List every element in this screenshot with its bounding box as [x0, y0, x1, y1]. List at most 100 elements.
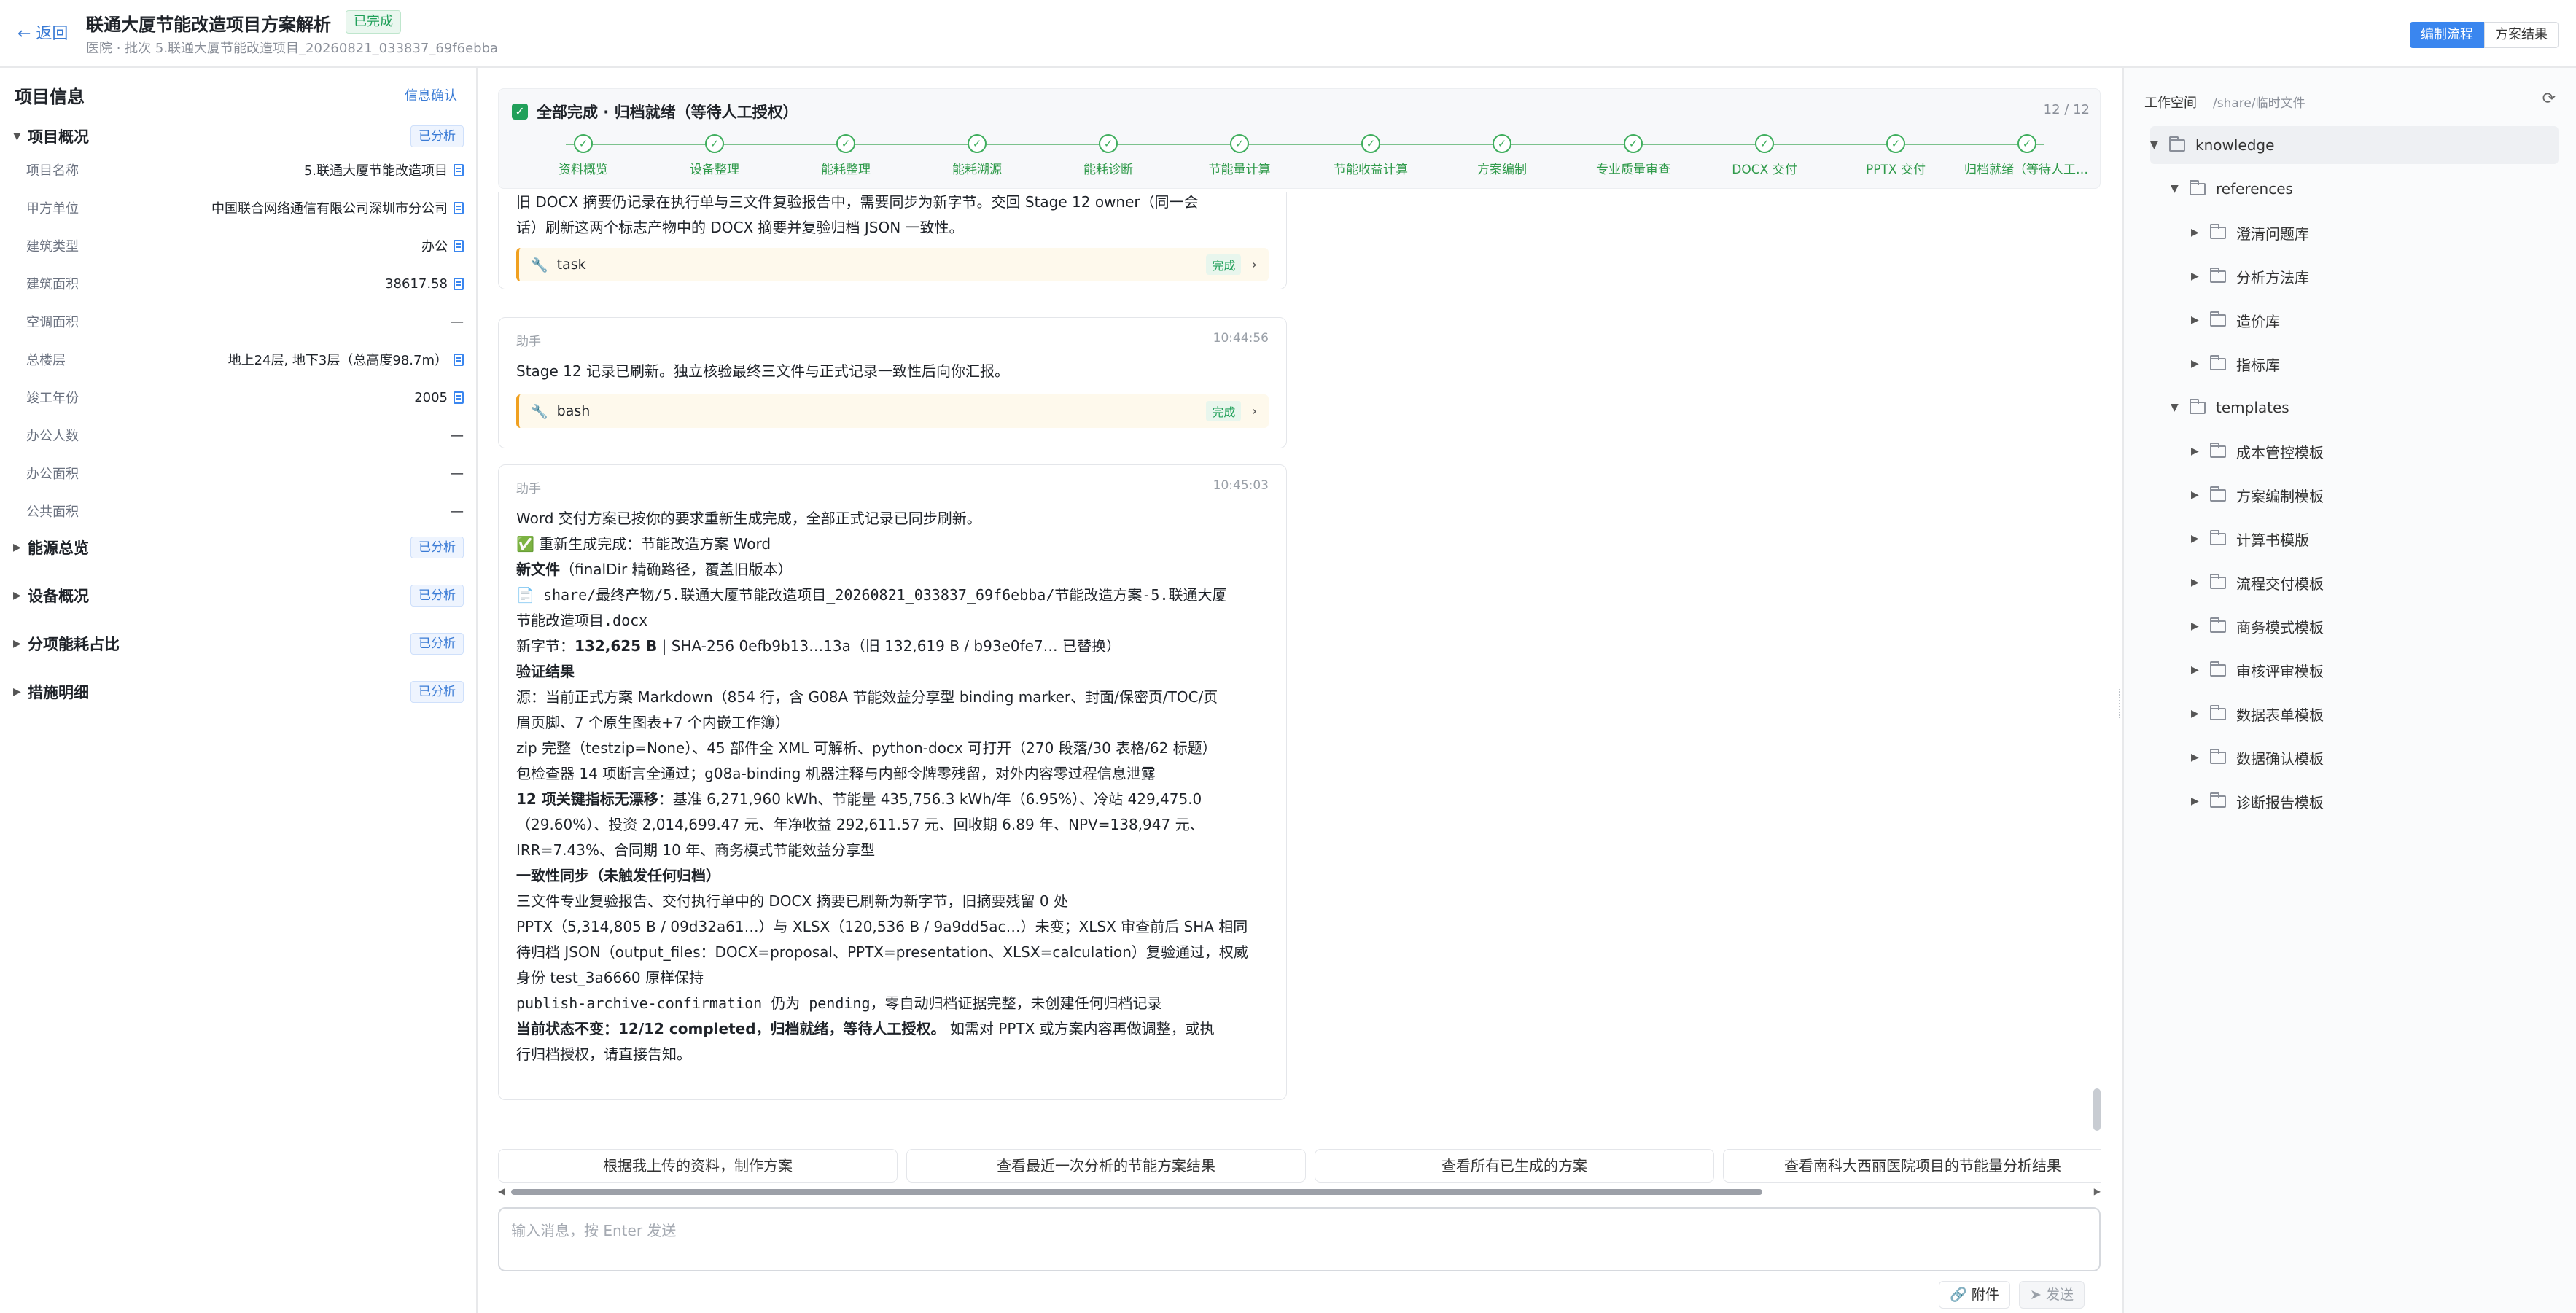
tree-node-label: 分析方法库 [2236, 268, 2309, 287]
tree-node[interactable]: ▶ 澄清问题库 [2191, 214, 2559, 252]
source-doc-icon[interactable] [454, 163, 464, 176]
workspace-title: 工作空间 [2144, 96, 2197, 111]
send-icon: ➤ [2030, 1287, 2042, 1303]
tab-results[interactable]: 方案结果 [2484, 22, 2559, 48]
workflow-step[interactable]: ✓ 资料概览 [518, 134, 649, 177]
suggestion-scrollbar[interactable]: ◀ ▶ [498, 1186, 2101, 1196]
tree-node[interactable]: ▶ 流程交付模板 [2191, 564, 2559, 601]
tab-workflow[interactable]: 编制流程 [2410, 22, 2484, 48]
section-header[interactable]: ▶ 能源总览 已分析 [13, 533, 464, 562]
info-field-row: 建筑类型 办公 [13, 227, 464, 265]
field-value-text: — [451, 427, 464, 443]
chevron-right-icon[interactable]: ▶ [2191, 270, 2210, 282]
workflow-step[interactable]: ✓ 能耗溯源 [911, 134, 1043, 177]
chevron-right-icon[interactable]: ▶ [2191, 577, 2210, 588]
suggestion-chip[interactable]: 根据我上传的资料，制作方案 [498, 1149, 898, 1183]
section-header[interactable]: ▶ 措施明细 已分析 [13, 677, 464, 706]
tree-node[interactable]: ▶ 商务模式模板 [2191, 607, 2559, 645]
tool-call-task[interactable]: 🔧 task 完成 › [516, 248, 1269, 281]
field-value: 2005 [414, 390, 464, 405]
section-header[interactable]: ▶ 设备概况 已分析 [13, 581, 464, 610]
chevron-right-icon[interactable]: ▶ [2191, 664, 2210, 676]
tree-node[interactable]: ▼ references [2171, 170, 2559, 208]
bold-label: 一致性同步（未触发任何归档） [516, 867, 720, 884]
chevron-right-icon[interactable]: ▶ [2191, 620, 2210, 632]
folder-icon [2210, 354, 2226, 370]
step-check-icon: ✓ [836, 134, 855, 153]
send-button[interactable]: ➤ 发送 [2019, 1281, 2085, 1309]
chevron-right-icon[interactable]: ▶ [2191, 752, 2210, 763]
tree-node[interactable]: ▶ 数据确认模板 [2191, 739, 2559, 776]
chevron-right-icon[interactable]: ▶ [2191, 533, 2210, 545]
section-label: 能源总览 [28, 539, 89, 557]
chevron-right-icon[interactable]: ▶ [2191, 314, 2210, 326]
suggestion-chip[interactable]: 查看最近一次分析的节能方案结果 [906, 1149, 1306, 1183]
tree-node[interactable]: ▶ 诊断报告模板 [2191, 782, 2559, 820]
suggestion-row: 根据我上传的资料，制作方案 查看最近一次分析的节能方案结果 查看所有已生成的方案… [498, 1149, 2101, 1183]
info-confirm-link[interactable]: 信息确认 [405, 85, 457, 104]
step-check-icon: ✓ [705, 134, 724, 153]
chevron-down-icon[interactable]: ▼ [2150, 139, 2169, 151]
chevron-right-icon[interactable]: ▶ [2191, 708, 2210, 720]
workflow-step[interactable]: ✓ DOCX 交付 [1699, 134, 1830, 177]
tree-node[interactable]: ▶ 审核评审模板 [2191, 651, 2559, 689]
chat-history[interactable]: 旧 DOCX 摘要仍记录在执行单与三文件复验报告中，需要同步为新字节。交回 St… [498, 192, 2101, 1110]
step-label: 能耗诊断 [1083, 163, 1133, 177]
workflow-step[interactable]: ✓ 能耗整理 [780, 134, 911, 177]
paperclip-icon: 🔗 [1950, 1287, 1967, 1303]
batch-subtitle: 医院 · 批次 5.联通大厦节能改造项目_20260821_033837_69f… [86, 41, 499, 56]
suggestion-chip[interactable]: 查看南科大西丽医院项目的节能量分析结果 [1723, 1149, 2101, 1183]
chat-scrollbar[interactable] [2093, 1088, 2101, 1131]
chevron-right-icon[interactable]: ▶ [2191, 489, 2210, 501]
chevron-right-icon[interactable]: ▶ [2191, 445, 2210, 457]
progress-count: 12 / 12 [2043, 102, 2090, 117]
tree-node[interactable]: ▼ templates [2171, 389, 2559, 426]
workflow-step[interactable]: ✓ 归档就绪（等待人工授... [1961, 134, 2093, 177]
workflow-step[interactable]: ✓ 方案编制 [1436, 134, 1568, 177]
step-check-icon: ✓ [1361, 134, 1380, 153]
message-text: 话）刷新这两个标志产物中的 DOCX 摘要并复验归档 JSON 一致性。 [516, 219, 964, 236]
folder-icon [2210, 573, 2226, 589]
workflow-step[interactable]: ✓ 节能量计算 [1174, 134, 1305, 177]
tree-node[interactable]: ▶ 成本管控模板 [2191, 432, 2559, 470]
source-doc-icon[interactable] [454, 201, 464, 214]
field-value-text: — [451, 503, 464, 519]
refresh-icon[interactable]: ⟳ [2542, 90, 2556, 108]
back-link[interactable]: ← 返回 [17, 20, 68, 44]
scroll-left-icon[interactable]: ◀ [498, 1186, 505, 1196]
chevron-right-icon: › [1251, 403, 1257, 419]
suggestion-chip[interactable]: 查看所有已生成的方案 [1315, 1149, 1714, 1183]
tree-node[interactable]: ▶ 计算书模版 [2191, 520, 2559, 558]
folder-icon [2210, 748, 2226, 764]
workflow-step[interactable]: ✓ 设备整理 [649, 134, 780, 177]
send-label: 发送 [2045, 1287, 2074, 1303]
workflow-step[interactable]: ✓ 节能收益计算 [1305, 134, 1436, 177]
tree-node[interactable]: ▶ 分析方法库 [2191, 257, 2559, 295]
workflow-step[interactable]: ✓ 专业质量审查 [1568, 134, 1699, 177]
chevron-right-icon[interactable]: ▶ [2191, 358, 2210, 370]
tree-node[interactable]: ▶ 指标库 [2191, 345, 2559, 383]
tree-node[interactable]: ▶ 数据表单模板 [2191, 695, 2559, 733]
section-overview-header[interactable]: ▼ 项目概况 已分析 [13, 122, 464, 151]
section-header[interactable]: ▶ 分项能耗占比 已分析 [13, 629, 464, 658]
tool-call-bash[interactable]: 🔧 bash 完成 › [516, 394, 1269, 428]
message-text: 新字节：132,625 B | SHA-256 0efb9b13…13a（旧 1… [516, 634, 1269, 659]
source-doc-icon[interactable] [454, 391, 464, 404]
tree-node[interactable]: ▶ 造价库 [2191, 301, 2559, 339]
attach-button[interactable]: 🔗 附件 [1939, 1281, 2010, 1309]
message-input[interactable] [511, 1222, 1824, 1239]
chevron-right-icon[interactable]: ▶ [2191, 795, 2210, 807]
scroll-right-icon[interactable]: ▶ [2094, 1186, 2101, 1196]
chevron-down-icon[interactable]: ▼ [2171, 183, 2190, 195]
step-label: 资料概览 [559, 163, 608, 177]
chevron-down-icon[interactable]: ▼ [2171, 402, 2190, 413]
chevron-right-icon[interactable]: ▶ [2191, 227, 2210, 238]
tree-node[interactable]: ▶ 方案编制模板 [2191, 476, 2559, 514]
workflow-step[interactable]: ✓ 能耗诊断 [1043, 134, 1174, 177]
source-doc-icon[interactable] [454, 239, 464, 252]
source-doc-icon[interactable] [454, 277, 464, 290]
scrollbar-thumb[interactable] [511, 1189, 1762, 1195]
workflow-step[interactable]: ✓ PPTX 交付 [1830, 134, 1961, 177]
tree-node[interactable]: ▼ knowledge [2150, 126, 2559, 164]
source-doc-icon[interactable] [454, 353, 464, 366]
